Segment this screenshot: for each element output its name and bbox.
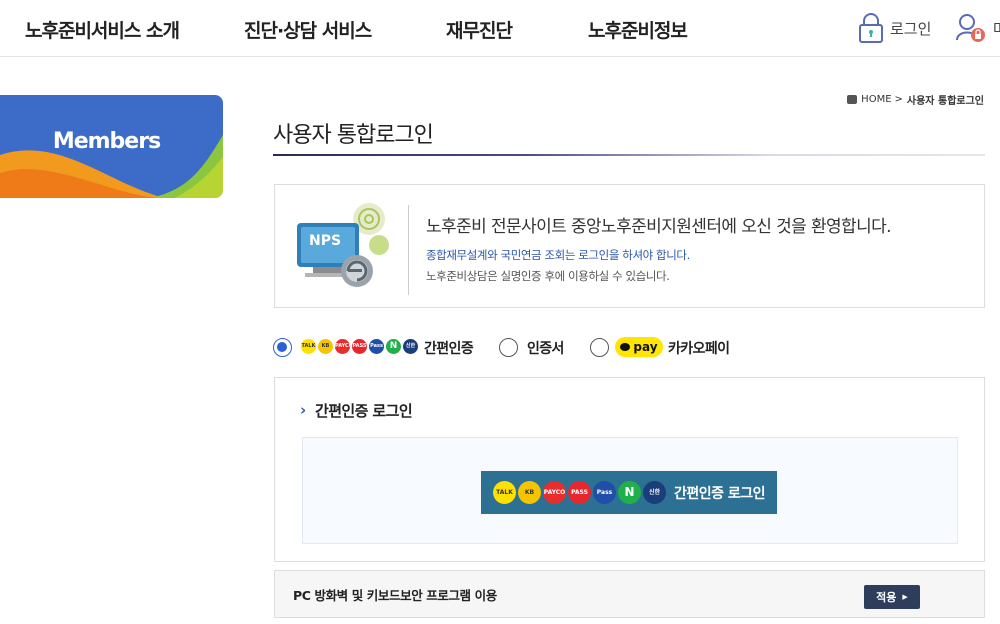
shinhan-mini-icon: 신한: [403, 339, 418, 354]
login-required-notice: 종합재무설계와 국민연금 조회는 로그인을 하셔야 합니다.: [426, 248, 690, 262]
members-title: Members: [52, 129, 161, 154]
option-label-simple-auth[interactable]: 간편인증: [424, 338, 474, 358]
simple-auth-section-title: 간편인증 로그인: [315, 402, 413, 420]
kakao-icon: TALK: [493, 481, 516, 504]
member-label: 마: [993, 19, 1000, 38]
members-banner: Members: [0, 95, 223, 198]
payco-icon: PAYCO: [543, 481, 566, 504]
nps-logo-text: NPS: [309, 233, 342, 249]
radio-certificate[interactable]: [499, 338, 518, 357]
arrow-right-icon: ▶: [902, 593, 908, 601]
simple-auth-login-label: 간편인증 로그인: [674, 485, 766, 502]
kakao-mini-icon: TALK: [301, 339, 316, 354]
radio-kakaopay[interactable]: [590, 338, 609, 357]
gnb-item-financial-diagnosis[interactable]: 재무진단: [446, 16, 513, 43]
lock-icon: [859, 13, 883, 43]
naver-icon: N: [618, 481, 641, 504]
page-title: 사용자 통합로그인: [273, 123, 434, 148]
member-link[interactable]: 마: [955, 10, 1000, 46]
option-label-kakaopay[interactable]: 카카오페이: [668, 338, 730, 358]
login-link[interactable]: 로그인: [858, 10, 931, 46]
pass-icon: PASS: [568, 481, 591, 504]
user-icon: [956, 14, 985, 42]
apply-button[interactable]: 적용 ▶: [864, 585, 920, 609]
welcome-box: NPS 노후준비 전문사이트 중앙노후준비지원센터에 오신 것을 환영합니다. …: [274, 184, 985, 308]
gnb-item-service-intro[interactable]: 노후준비서비스 소개: [25, 16, 180, 43]
payco-mini-icon: PAYCO: [335, 339, 350, 354]
pass-mini-icon: PASS: [352, 339, 367, 354]
welcome-divider: [408, 205, 409, 295]
apply-button-label: 적용: [876, 591, 897, 604]
naver-mini-icon: N: [386, 339, 401, 354]
shinhan-icon: 신한: [643, 481, 666, 504]
kb-icon: KB: [518, 481, 541, 504]
kakaopay-badge-text: pay: [633, 340, 658, 354]
real-name-auth-notice: 노후준비상담은 실명인증 후에 이용하실 수 있습니다.: [426, 269, 670, 283]
gnb-item-diagnosis-consulting[interactable]: 진단·상담 서비스: [244, 16, 372, 43]
kb-mini-icon: KB: [318, 339, 333, 354]
breadcrumb: HOME > 사용자 통합로그인: [847, 92, 984, 107]
login-label: 로그인: [890, 19, 932, 38]
kakaopay-badge: pay: [615, 337, 663, 357]
pc-security-row: PC 방화벽 및 키보드보안 프로그램 이용 적용 ▶: [274, 570, 985, 618]
simple-auth-panel: TALK KB PAYCO PASS Pass N 신한 간편인증 로그인: [302, 437, 958, 544]
breadcrumb-separator: >: [894, 94, 903, 105]
radio-simple-auth[interactable]: [273, 338, 292, 357]
chevron-right-icon: ›: [300, 401, 307, 419]
breadcrumb-home[interactable]: HOME: [861, 94, 891, 105]
breadcrumb-current: 사용자 통합로그인: [906, 96, 984, 107]
simple-auth-section: › 간편인증 로그인 TALK KB PAYCO PASS Pass N 신한 …: [274, 377, 985, 562]
title-underline: [273, 154, 985, 156]
samsung-pass-icon: Pass: [593, 481, 616, 504]
home-icon: [847, 95, 858, 104]
option-label-certificate[interactable]: 인증서: [527, 338, 564, 358]
samsung-pass-mini-icon: Pass: [369, 339, 384, 354]
top-navigation: 노후준비서비스 소개 진단·상담 서비스 재무진단 노후준비정보 로그인 마: [0, 0, 1000, 57]
gnb-item-retirement-info[interactable]: 노후준비정보: [588, 16, 688, 43]
welcome-message: 노후준비 전문사이트 중앙노후준비지원센터에 오신 것을 환영합니다.: [426, 217, 892, 237]
pc-security-label: PC 방화벽 및 키보드보안 프로그램 이용: [293, 588, 497, 603]
simple-auth-login-button[interactable]: TALK KB PAYCO PASS Pass N 신한 간편인증 로그인: [481, 471, 777, 514]
kakao-bubble-icon: [620, 343, 631, 351]
